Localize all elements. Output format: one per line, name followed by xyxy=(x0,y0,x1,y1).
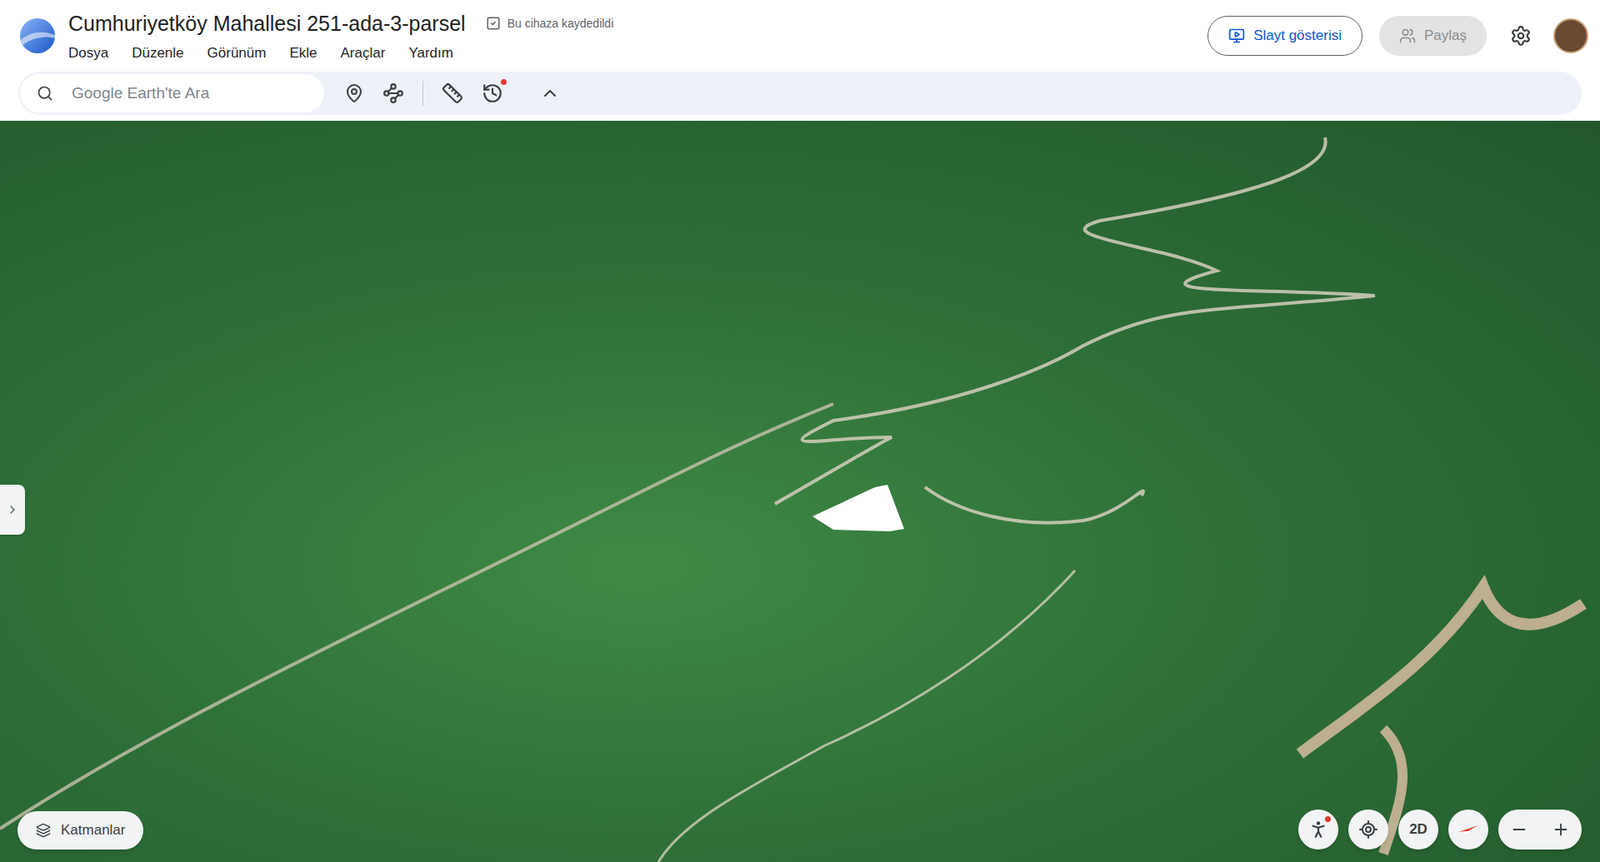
toolbar: Google Earth'te Ara xyxy=(18,71,1582,115)
map-imagery xyxy=(0,120,1600,862)
side-panel-toggle[interactable] xyxy=(0,485,25,535)
zoom-out-button[interactable] xyxy=(1498,810,1540,850)
menu-item[interactable]: Düzenle xyxy=(131,42,184,65)
layers-button[interactable]: Katmanlar xyxy=(17,811,144,850)
map-controls: 2D xyxy=(1298,810,1582,850)
app: Cumhuriyetköy Mahallesi 251-ada-3-parsel… xyxy=(0,0,1600,862)
saved-icon xyxy=(485,15,501,31)
pegman-icon xyxy=(1307,819,1330,841)
zoom-controls xyxy=(1498,810,1582,850)
history-button[interactable] xyxy=(481,82,504,105)
plus-icon xyxy=(1551,820,1570,840)
locate-icon xyxy=(1358,820,1379,840)
view-mode-button[interactable]: 2D xyxy=(1398,810,1439,850)
settings-icon[interactable] xyxy=(1510,25,1532,47)
share-button[interactable]: Paylaş xyxy=(1379,15,1487,56)
compass-icon xyxy=(1455,817,1481,843)
parcel-outline[interactable] xyxy=(812,485,905,532)
collapse-toolbar-icon[interactable] xyxy=(540,83,560,104)
slideshow-icon xyxy=(1228,27,1245,45)
search-icon xyxy=(36,85,54,102)
zoom-in-button[interactable] xyxy=(1540,810,1582,850)
layers-icon xyxy=(35,823,51,839)
draw-path-icon[interactable] xyxy=(382,82,405,105)
menu-item[interactable]: Ekle xyxy=(289,42,317,65)
ruler-icon[interactable] xyxy=(441,82,464,105)
history-icon xyxy=(481,82,504,105)
add-placemark-icon[interactable] xyxy=(344,83,365,104)
expand-icon xyxy=(5,503,20,517)
menu-item[interactable]: Dosya xyxy=(68,42,109,65)
save-status: Bu cihaza kaydedildi xyxy=(485,15,615,33)
google-earth-logo-icon xyxy=(18,16,57,55)
search-placeholder: Google Earth'te Ara xyxy=(71,81,210,106)
menu-item[interactable]: Görünüm xyxy=(207,42,267,65)
minus-icon xyxy=(1510,820,1529,840)
slideshow-button[interactable]: Slayt gösterisi xyxy=(1207,15,1363,56)
compass-button[interactable] xyxy=(1448,810,1489,850)
menu-item[interactable]: Yardım xyxy=(408,42,454,65)
header: Cumhuriyetköy Mahallesi 251-ada-3-parsel… xyxy=(0,0,1600,121)
menu-bar: Dosya Düzenle Görünüm Ekle Araçlar Yardım xyxy=(68,42,1208,65)
document-title[interactable]: Cumhuriyetköy Mahallesi 251-ada-3-parsel xyxy=(68,8,466,40)
history-badge xyxy=(500,79,507,85)
notification-badge xyxy=(1325,816,1331,823)
share-icon xyxy=(1399,27,1416,45)
locate-button[interactable] xyxy=(1348,810,1389,850)
avatar[interactable] xyxy=(1553,18,1589,54)
street-view-button[interactable] xyxy=(1298,810,1339,850)
map-view[interactable]: Katmanlar 2D xyxy=(0,120,1600,862)
search-field[interactable]: Google Earth'te Ara xyxy=(20,74,325,113)
menu-item[interactable]: Araçlar xyxy=(340,42,386,65)
